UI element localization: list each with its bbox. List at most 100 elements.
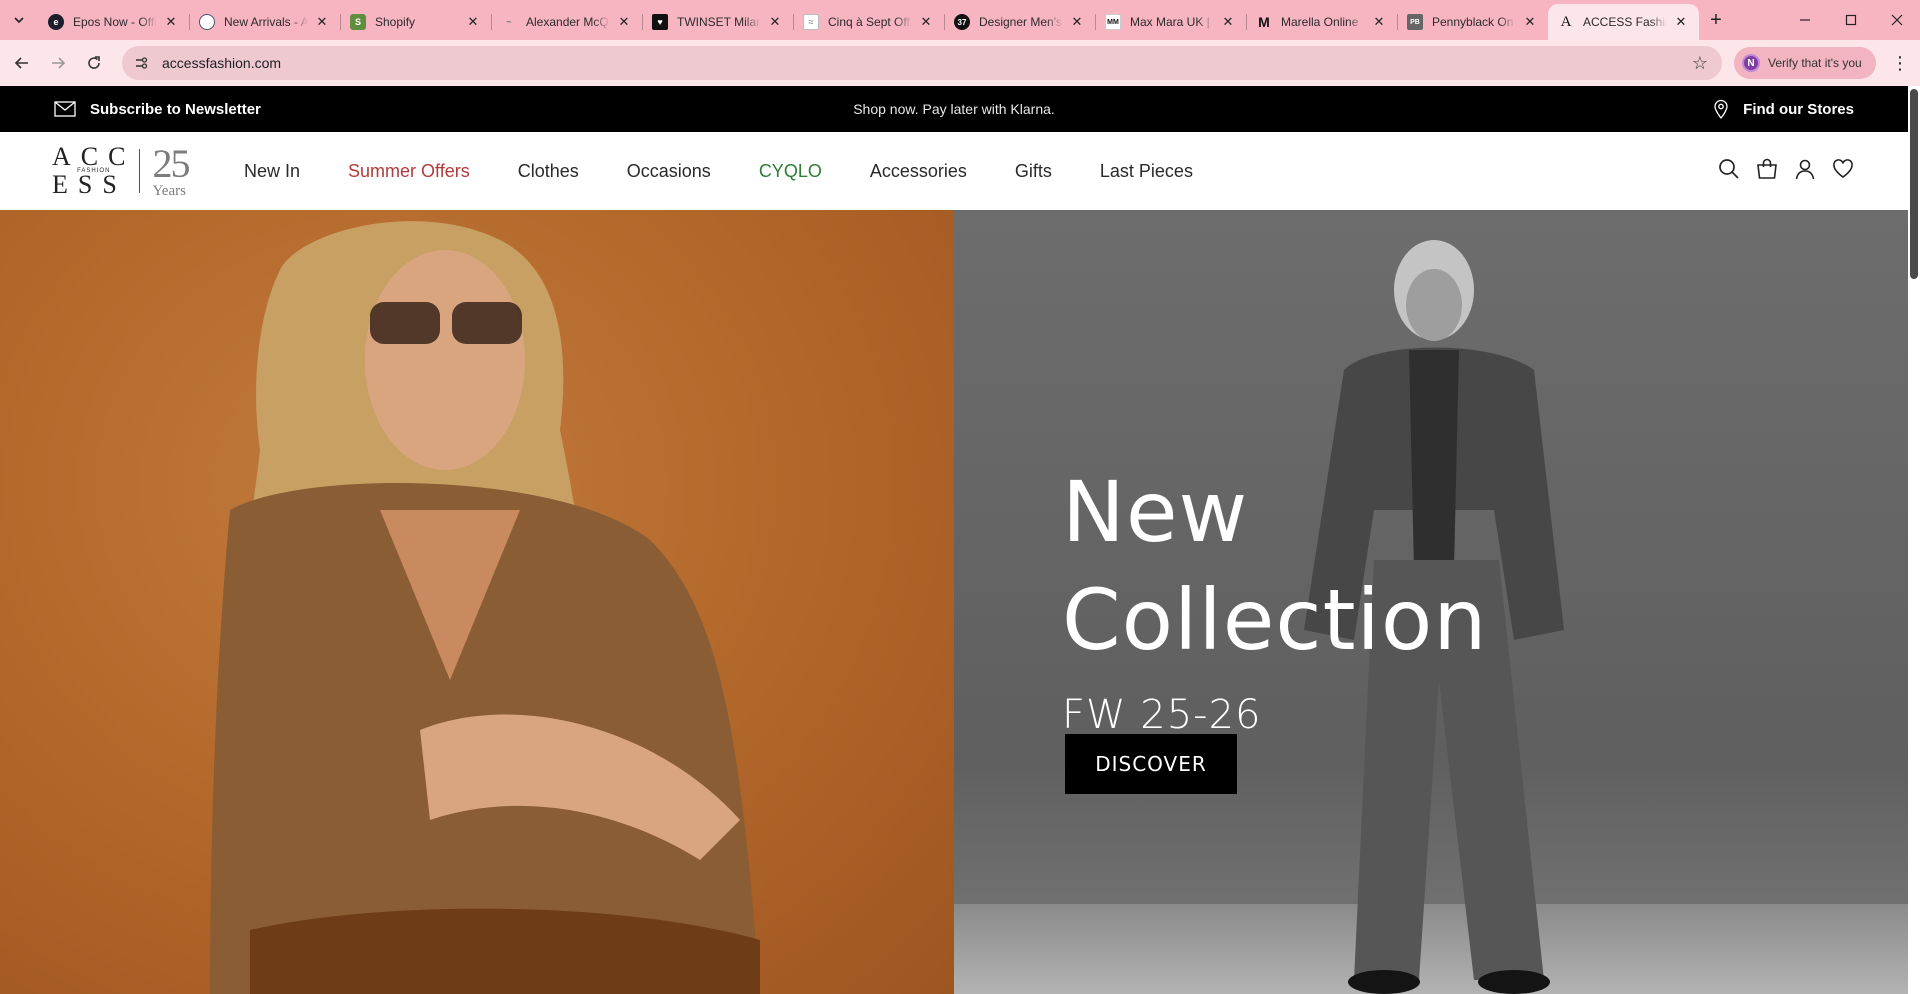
tab-title: Alexander McQ [526,15,609,29]
find-stores-link[interactable]: Find our Stores [1713,99,1854,119]
close-icon [1891,14,1903,26]
forward-button[interactable] [44,49,72,77]
tab-epos-now[interactable]: e Epos Now - Offi ✕ [38,4,189,40]
tab-close-icon[interactable]: ✕ [1371,14,1387,30]
tab-close-icon[interactable]: ✕ [767,14,783,30]
reload-button[interactable] [80,49,108,77]
tab-close-icon[interactable]: ✕ [1673,14,1689,30]
shopping-bag-icon[interactable] [1756,156,1778,182]
klarna-message: Shop now. Pay later with Klarna. [853,101,1055,117]
page-scrollbar[interactable] [1908,86,1920,994]
tab-marella[interactable]: M Marella Online ✕ [1246,4,1397,40]
verify-identity-chip[interactable]: N Verify that it's you [1734,47,1876,79]
address-bar[interactable]: accessfashion.com ☆ [122,46,1722,80]
new-tab-button[interactable]: + [1704,8,1728,32]
logo-25: 25 [152,140,190,186]
maximize-button[interactable] [1828,0,1874,40]
hero-banner: New Collection FW 25-26 [0,210,1908,994]
logo-divider [139,149,141,193]
tab-access-fashion[interactable]: A ACCESS Fashion ✕ [1548,4,1699,40]
reload-icon [88,56,100,69]
tab-cinq-a-sept[interactable]: ≈ Cinq à Sept Off ✕ [793,4,944,40]
maximize-icon [1845,14,1857,26]
hero-title-line-2: Collection [1062,571,1488,669]
tab-new-arrivals[interactable]: New Arrivals - A ✕ [189,4,340,40]
globe-favicon-icon [199,14,215,30]
tab-close-icon[interactable]: ✕ [1522,14,1538,30]
discover-button[interactable]: DISCOVER [1065,734,1237,794]
tab-close-icon[interactable]: ✕ [918,14,934,30]
tab-shopify[interactable]: S Shopify ✕ [340,4,491,40]
tab-designer-mens[interactable]: 37 Designer Men's ✕ [944,4,1095,40]
tab-twinset[interactable]: ♥ TWINSET Milano ✕ [642,4,793,40]
logo-years-word: Years [152,182,186,199]
site-info-icon[interactable] [130,52,152,74]
tab-pennyblack[interactable]: PB Pennyblack On ✕ [1397,4,1548,40]
more-vertical-icon: ⋮ [1891,52,1909,73]
nav-new-in[interactable]: New In [244,161,300,182]
tab-close-icon[interactable]: ✕ [616,14,632,30]
nav-last-pieces[interactable]: Last Pieces [1100,161,1193,182]
tab-title: Epos Now - Offi [73,15,157,29]
url-text: accessfashion.com [162,55,282,71]
pennyblack-favicon-icon: PB [1407,14,1423,30]
bookmark-star-icon[interactable]: ☆ [1692,53,1708,74]
newsletter-label: Subscribe to Newsletter [90,100,261,118]
scrollbar-thumb[interactable] [1910,89,1918,279]
hero-image-left[interactable] [0,210,954,994]
wishlist-heart-icon[interactable] [1832,156,1854,182]
tab-title: ACCESS Fashion [1583,15,1667,29]
tab-close-icon[interactable]: ✕ [1220,14,1236,30]
nav-clothes[interactable]: Clothes [518,161,579,182]
tab-close-icon[interactable]: ✕ [1069,14,1085,30]
heart-favicon-icon: ♥ [652,14,668,30]
logo-wordmark: ACC FASHION ESS [52,144,135,198]
tab-close-icon[interactable]: ✕ [465,14,481,30]
logo-line-1: ACC [52,142,136,171]
hero-subtitle: FW 25-26 [1062,692,1262,738]
access-favicon-icon: A [1560,13,1572,30]
tab-title: Max Mara UK | [1130,15,1210,29]
nav-occasions[interactable]: Occasions [627,161,711,182]
tab-alexander-mcqueen[interactable]: ~ Alexander McQ ✕ [491,4,642,40]
minimize-icon [1800,19,1810,21]
header-actions [1718,156,1854,182]
search-icon[interactable] [1718,156,1740,182]
user-account-icon[interactable] [1794,156,1816,182]
arrow-right-icon [52,57,66,69]
minimize-button[interactable] [1782,0,1828,40]
browser-tab-strip: e Epos Now - Offi ✕ New Arrivals - A ✕ S… [0,0,1920,40]
site-header: ACC FASHION ESS 25 Years New In Summer O… [0,132,1908,210]
cinq-a-sept-favicon-icon: ≈ [803,14,819,30]
nav-gifts[interactable]: Gifts [1015,161,1052,182]
close-window-button[interactable] [1874,0,1920,40]
arrow-left-icon [14,57,28,69]
tab-title: Cinq à Sept Off [828,15,910,29]
max-mara-favicon-icon: MM [1105,14,1121,30]
hero-title-line-1: New [1062,463,1249,561]
newsletter-link[interactable]: Subscribe to Newsletter [54,101,261,118]
model-left-illustration [210,221,760,994]
access-logo[interactable]: ACC FASHION ESS 25 Years [52,142,202,200]
back-button[interactable] [8,49,36,77]
tab-title: New Arrivals - A [224,15,308,29]
browser-menu-button[interactable]: ⋮ [1886,49,1914,77]
page-viewport: Subscribe to Newsletter Shop now. Pay la… [0,86,1920,994]
profile-avatar: N [1742,54,1760,72]
tab-close-icon[interactable]: ✕ [163,14,179,30]
alexander-mcqueen-favicon-icon: ~ [506,17,512,27]
nav-summer-offers[interactable]: Summer Offers [348,161,470,182]
logo-line-2: ESS [52,170,127,199]
epos-favicon-icon: e [48,14,64,30]
tab-list: e Epos Now - Offi ✕ New Arrivals - A ✕ S… [38,4,1699,40]
tab-search-button[interactable] [6,8,32,32]
tab-max-mara[interactable]: MM Max Mara UK | ✕ [1095,4,1246,40]
map-pin-icon [1713,99,1729,119]
tab-close-icon[interactable]: ✕ [314,14,330,30]
browser-toolbar: accessfashion.com ☆ N Verify that it's y… [0,40,1920,86]
tab-title: Marella Online [1281,15,1359,29]
designer-37-favicon-icon: 37 [954,14,970,30]
find-stores-label: Find our Stores [1743,100,1854,118]
nav-cyqlo[interactable]: CYQLO [759,161,822,182]
nav-accessories[interactable]: Accessories [870,161,967,182]
